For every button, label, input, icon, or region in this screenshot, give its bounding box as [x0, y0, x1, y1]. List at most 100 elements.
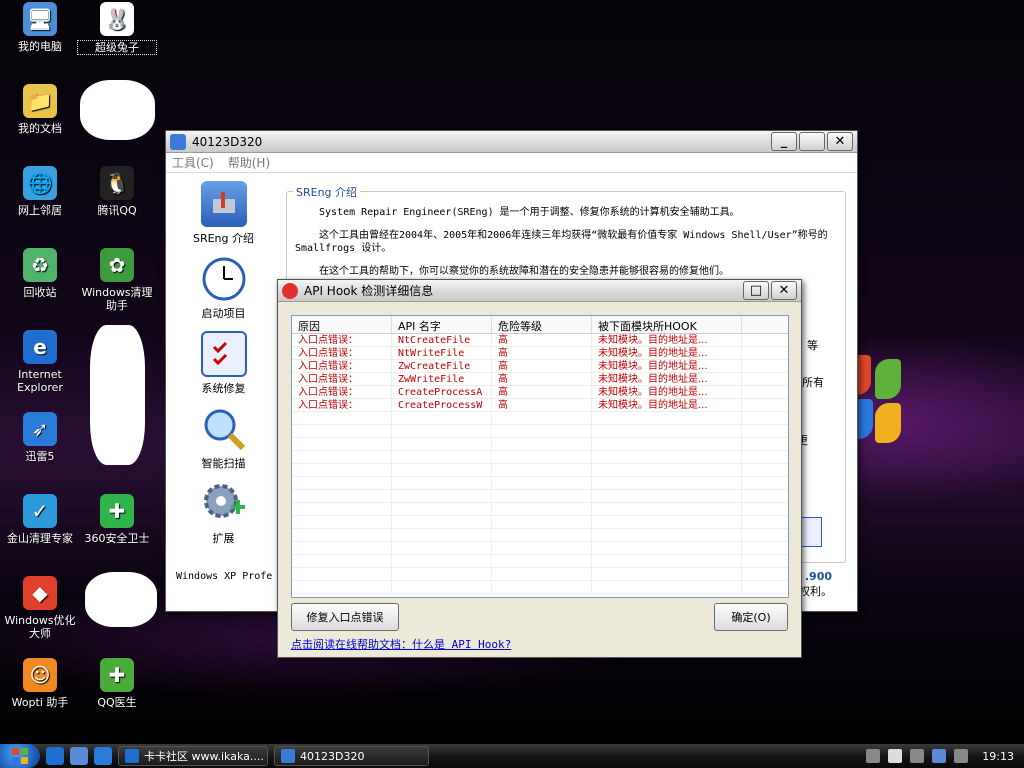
menu-help[interactable]: 帮助(H) [228, 154, 270, 171]
shield-icon: ✚ [100, 494, 134, 528]
cell-api: CreateProcessW [392, 399, 492, 411]
close-button[interactable]: ✕ [827, 132, 853, 151]
cell-module: 未知模块。目的地址是... [592, 360, 742, 372]
bird-icon: ➶ [23, 412, 57, 446]
menu-tools[interactable]: 工具(C) [172, 154, 214, 171]
cell-reason: 入口点错误： [292, 386, 392, 398]
desktop-icon-recycle-bin[interactable]: ♻ 回收站 [0, 248, 80, 299]
nav-smart-scan[interactable]: 智能扫描 [176, 406, 271, 473]
quicklaunch-explorer-icon[interactable] [70, 747, 88, 765]
column-danger-level[interactable]: 危险等级 [492, 316, 592, 333]
desktop-icon-my-computer[interactable]: 🖥 我的电脑 [0, 2, 80, 53]
taskbar-item-ikaka[interactable]: 卡卡社区 www.ikaka.... [118, 746, 268, 766]
cell-level: 高 [492, 399, 592, 411]
maximize-button[interactable]: □ [743, 281, 769, 300]
people-icon: ☺ [23, 658, 57, 692]
volume-icon[interactable] [954, 749, 969, 763]
table-row[interactable]: 入口点错误： CreateProcessA 高 未知模块。目的地址是... [292, 386, 788, 399]
redacted-icon [90, 325, 145, 465]
nav-label: SREng 介绍 [192, 232, 255, 245]
app-icon [281, 749, 295, 763]
desktop-icon-xunlei[interactable]: ➶ 迅雷5 [0, 412, 80, 463]
cube-icon: ◆ [23, 576, 57, 610]
cell-module: 未知模块。目的地址是... [592, 334, 742, 346]
cell-module: 未知模块。目的地址是... [592, 399, 742, 411]
menubar: 工具(C) 帮助(H) [166, 153, 857, 173]
intro-paragraph-1: System Repair Engineer(SREng) 是一个用于调整、修复… [319, 207, 740, 218]
nav-extensions[interactable]: 扩展 [176, 481, 271, 548]
recycle-bin-icon: ♻ [23, 248, 57, 282]
cell-reason: 入口点错误： [292, 334, 392, 346]
hook-list[interactable]: 原因 API 名字 危险等级 被下面模块所HOOK 入口点错误： NtCreat… [291, 315, 789, 598]
intro-paragraph-3: 在这个工具的帮助下，你可以察觉你的系统故障和潜在的安全隐患并能够很容易的修复他们… [319, 266, 729, 277]
desktop-icon-kingsoft-cleaner[interactable]: ✓ 金山清理专家 [0, 494, 80, 545]
desktop-icon-wopti[interactable]: ☺ Wopti 助手 [0, 658, 80, 709]
desktop-icon-label: 金山清理专家 [7, 532, 73, 545]
nav-sreng-intro[interactable]: SREng 介绍 [176, 181, 271, 248]
desktop-icon-network[interactable]: 🌐 网上邻居 [0, 166, 80, 217]
table-row[interactable]: 入口点错误： NtCreateFile 高 未知模块。目的地址是... [292, 334, 788, 347]
nav-system-repair[interactable]: 系统修复 [176, 331, 271, 398]
desktop-icon-label: 360安全卫士 [84, 532, 150, 545]
cell-module: 未知模块。目的地址是... [592, 373, 742, 385]
keyboard-icon[interactable] [866, 749, 881, 763]
close-button[interactable]: ✕ [771, 281, 797, 300]
column-hook-module[interactable]: 被下面模块所HOOK [592, 316, 742, 333]
cell-reason: 入口点错误： [292, 399, 392, 411]
nav-startup[interactable]: 启动项目 [176, 256, 271, 323]
desktop-icon-ie[interactable]: e Internet Explorer [0, 330, 80, 394]
tray-app-icon[interactable] [910, 749, 925, 763]
cell-module: 未知模块。目的地址是... [592, 386, 742, 398]
table-row[interactable]: 入口点错误： CreateProcessW 高 未知模块。目的地址是... [292, 399, 788, 412]
minimize-button[interactable]: _ [771, 132, 797, 151]
cell-api: CreateProcessA [392, 386, 492, 398]
nav-label: 系统修复 [201, 382, 246, 395]
desktop-icon-label: Windows优化大师 [4, 614, 76, 640]
taskbar: 卡卡社区 www.ikaka.... 40123D320 19:13 [0, 744, 1024, 768]
taskbar-item-sreng[interactable]: 40123D320 [274, 746, 429, 766]
cell-module: 未知模块。目的地址是... [592, 347, 742, 359]
dialog-title: API Hook 检测详细信息 [304, 284, 434, 298]
ie-icon: e [23, 330, 57, 364]
desktop-icon-windows-cleaner[interactable]: ✿ Windows清理助手 [77, 248, 157, 312]
desktop-icon-windows-optimizer[interactable]: ◆ Windows优化大师 [0, 576, 80, 640]
empty-row [292, 542, 788, 555]
dialog-titlebar[interactable]: API Hook 检测详细信息 □ ✕ [278, 280, 801, 302]
quicklaunch-ie-icon[interactable] [46, 747, 64, 765]
toolbox-icon [200, 181, 247, 227]
redacted-icon [85, 572, 157, 627]
empty-row [292, 425, 788, 438]
desktop-icon-my-documents[interactable]: 📁 我的文档 [0, 84, 80, 135]
maximize-button[interactable] [799, 132, 825, 151]
help-link[interactable]: 点击阅读在线帮助文档：什么是 API Hook? [291, 636, 511, 652]
cell-level: 高 [492, 386, 592, 398]
desktop-icon-label: 回收站 [23, 286, 57, 299]
desktop-icon-label: 迅雷5 [25, 450, 55, 463]
ok-button[interactable]: 确定(O) [714, 603, 788, 631]
main-window-titlebar[interactable]: 40123D320 _ ✕ [166, 131, 857, 153]
fix-entry-point-button[interactable]: 修复入口点错误 [291, 603, 399, 631]
table-row[interactable]: 入口点错误： NtWriteFile 高 未知模块。目的地址是... [292, 347, 788, 360]
start-button[interactable] [0, 744, 40, 768]
desktop-icon-360[interactable]: ✚ 360安全卫士 [77, 494, 157, 545]
quicklaunch-xunlei-icon[interactable] [94, 747, 112, 765]
table-row[interactable]: 入口点错误： ZwWriteFile 高 未知模块。目的地址是... [292, 373, 788, 386]
main-window-title: 40123D320 [192, 134, 263, 149]
help-icon[interactable] [888, 749, 903, 763]
table-row[interactable]: 入口点错误： ZwCreateFile 高 未知模块。目的地址是... [292, 360, 788, 373]
shield-plus-icon: ✚ [100, 658, 134, 692]
clock[interactable]: 19:13 [982, 750, 1014, 763]
desktop-icon-qq[interactable]: 🐧 腾讯QQ [77, 166, 157, 217]
desktop-icon-label: 超级兔子 [77, 40, 157, 55]
desktop-icon-qq-doctor[interactable]: ✚ QQ医生 [77, 658, 157, 709]
desktop-icon-super-rabbit[interactable]: 🐰 超级兔子 [77, 2, 157, 55]
checklist-icon [200, 331, 247, 377]
column-reason[interactable]: 原因 [292, 316, 392, 333]
cell-reason: 入口点错误： [292, 360, 392, 372]
column-api-name[interactable]: API 名字 [392, 316, 492, 333]
redacted-icon [80, 80, 155, 140]
network-icon[interactable] [932, 749, 947, 763]
cell-api: ZwCreateFile [392, 360, 492, 372]
rabbit-icon: 🐰 [100, 2, 134, 36]
ie-icon [125, 749, 139, 763]
